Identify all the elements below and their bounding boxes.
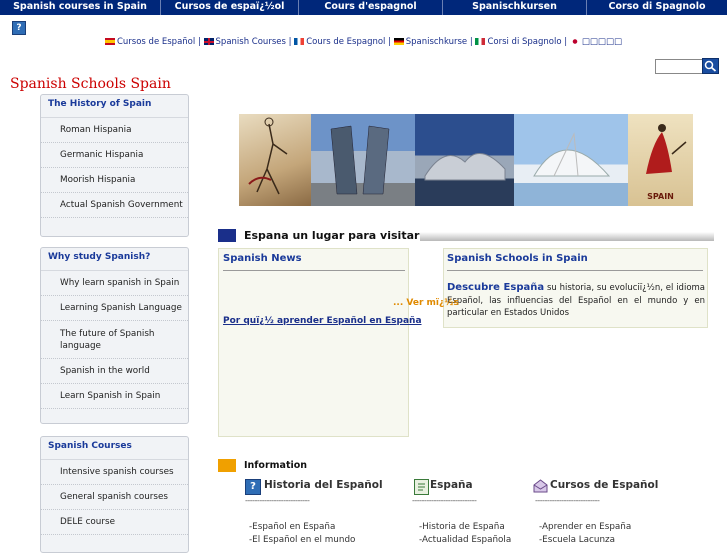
nav-spanish-courses[interactable]: Spanish courses in Spain <box>0 0 160 15</box>
help-icon[interactable]: ? <box>12 21 26 35</box>
banner-photo-guggenheim <box>415 114 514 206</box>
sidebar-item-learn-in-spain[interactable]: Learn Spanish in Spain <box>41 384 188 409</box>
uk-flag-icon <box>203 38 214 45</box>
arts-city-icon <box>533 132 611 177</box>
info-col1-title: Historia del Español <box>264 479 383 491</box>
lang-separator: | <box>564 37 568 47</box>
info-square-icon <box>218 459 236 472</box>
sidebar-item-roman-hispania[interactable]: Roman Hispania <box>41 118 188 143</box>
lang-link-espanol[interactable]: Cursos de Español <box>117 37 195 47</box>
lang-link-german[interactable]: Spanischkurse <box>406 37 467 47</box>
lang-link-japanese[interactable]: □□□□□ <box>582 37 622 47</box>
section-heading: Espana un lugar para visitar <box>244 229 420 242</box>
schools-title: Spanish Schools in Spain <box>447 253 588 264</box>
info-col3-link2[interactable]: -Escuela Lacunza <box>539 535 615 545</box>
info-col2-link2[interactable]: -Actualidad Española <box>419 535 511 545</box>
schools-rule <box>447 270 703 271</box>
banner-photo-quixote <box>239 114 311 206</box>
lang-separator: | <box>469 37 473 47</box>
info-col3-dashes: --------------------------- <box>535 496 600 505</box>
banner-photo-bullfight-poster: SPAIN <box>628 114 693 206</box>
sidebar-courses-title: Spanish Courses <box>41 437 188 460</box>
heading-gradient-bar <box>420 232 714 241</box>
italy-flag-icon <box>475 38 486 45</box>
spain-flag-icon <box>104 38 115 45</box>
schools-lead: Descubre España <box>447 282 545 293</box>
top-nav: Spanish courses in Spain Cursos de espaï… <box>0 0 727 15</box>
nav-spanischkursen[interactable]: Spanischkursen <box>443 0 586 15</box>
sidebar-item-future-spanish[interactable]: The future of Spanish language <box>41 321 188 359</box>
sidebar-item-spanish-world[interactable]: Spanish in the world <box>41 359 188 384</box>
search-icon <box>704 60 717 72</box>
lang-separator: | <box>197 37 201 47</box>
nav-cours-espagnol[interactable]: Cours d'espagnol <box>299 0 442 15</box>
search-input[interactable] <box>655 59 705 74</box>
info-col1-link2[interactable]: -El Español en el mundo <box>249 535 355 545</box>
schools-box: Spanish Schools in Spain Descubre España… <box>443 248 708 328</box>
info-col2-link1[interactable]: -Historia de España <box>419 522 505 532</box>
banner-photo-valencia <box>514 114 628 206</box>
japan-flag-icon <box>569 38 580 45</box>
nav-corso-spagnolo[interactable]: Corso di Spagnolo <box>587 0 727 15</box>
heading-square-icon <box>218 229 236 242</box>
towers-icon <box>330 125 390 195</box>
germany-flag-icon <box>393 38 404 45</box>
mail-open-icon <box>533 479 548 493</box>
sidebar-item-intensive[interactable]: Intensive spanish courses <box>41 460 188 485</box>
lang-link-french[interactable]: Cours de Espagnol <box>306 37 385 47</box>
lang-separator: | <box>388 37 391 47</box>
info-col3-title: Cursos de Español <box>550 479 659 491</box>
info-col1-link1[interactable]: -Español en España <box>249 522 335 532</box>
sidebar-courses-box: Spanish Courses Intensive spanish course… <box>40 436 189 553</box>
banner-photo-madrid-towers <box>311 114 415 206</box>
lang-link-english[interactable]: Spanish Courses <box>216 37 286 47</box>
sidebar-history-title: The History of Spain <box>41 95 188 118</box>
sidebar-item-why-learn[interactable]: Why learn spanish in Spain <box>41 271 188 296</box>
sidebar-item-learning-language[interactable]: Learning Spanish Language <box>41 296 188 321</box>
sidebar-item-germanic-hispania[interactable]: Germanic Hispania <box>41 143 188 168</box>
sidebar-item-dele[interactable]: DELE course <box>41 510 188 535</box>
search-button[interactable] <box>702 58 719 74</box>
sidebar-item-moorish-hispania[interactable]: Moorish Hispania <box>41 168 188 193</box>
news-rule <box>223 270 405 271</box>
sidebar-history-box: The History of Spain Roman Hispania Germ… <box>40 94 189 237</box>
nav-cursos-espanol[interactable]: Cursos de espaï¿½ol <box>161 0 298 15</box>
info-col2-dashes: --------------------------- <box>412 496 477 505</box>
quixote-sketch-icon <box>248 117 288 195</box>
lang-separator: | <box>288 37 292 47</box>
document-edit-icon <box>414 479 429 495</box>
sidebar-item-actual-government[interactable]: Actual Spanish Government <box>41 193 188 218</box>
sidebar-why-title: Why study Spanish? <box>41 248 188 271</box>
info-col2-title: España <box>430 479 473 491</box>
lang-link-italian[interactable]: Corsi di Spagnolo <box>487 37 561 47</box>
language-bar: Cursos de Español | Spanish Courses | Co… <box>0 37 727 47</box>
news-more-link[interactable]: ... Ver mï¿½s <box>393 298 459 308</box>
schools-text-block: Descubre España su historia, su evoluciï… <box>447 282 705 320</box>
banner-caption: SPAIN <box>647 192 674 201</box>
news-box: Spanish News Por quï¿½ aprender Español … <box>218 248 422 437</box>
sidebar-why-box: Why study Spanish? Why learn spanish in … <box>40 247 189 424</box>
info-col3-link1[interactable]: -Aprender en España <box>539 522 631 532</box>
news-link[interactable]: Por quï¿½ aprender Español en España <box>223 316 422 326</box>
museum-icon <box>424 153 506 181</box>
help-book-icon: ? <box>245 479 261 495</box>
info-label: Information <box>244 460 308 471</box>
bullfighter-icon <box>646 124 687 174</box>
news-title: Spanish News <box>223 253 302 264</box>
site-title: Spanish Schools Spain <box>10 76 171 92</box>
france-flag-icon <box>294 38 305 45</box>
sidebar-item-general[interactable]: General spanish courses <box>41 485 188 510</box>
info-col1-dashes: --------------------------- <box>245 496 310 505</box>
